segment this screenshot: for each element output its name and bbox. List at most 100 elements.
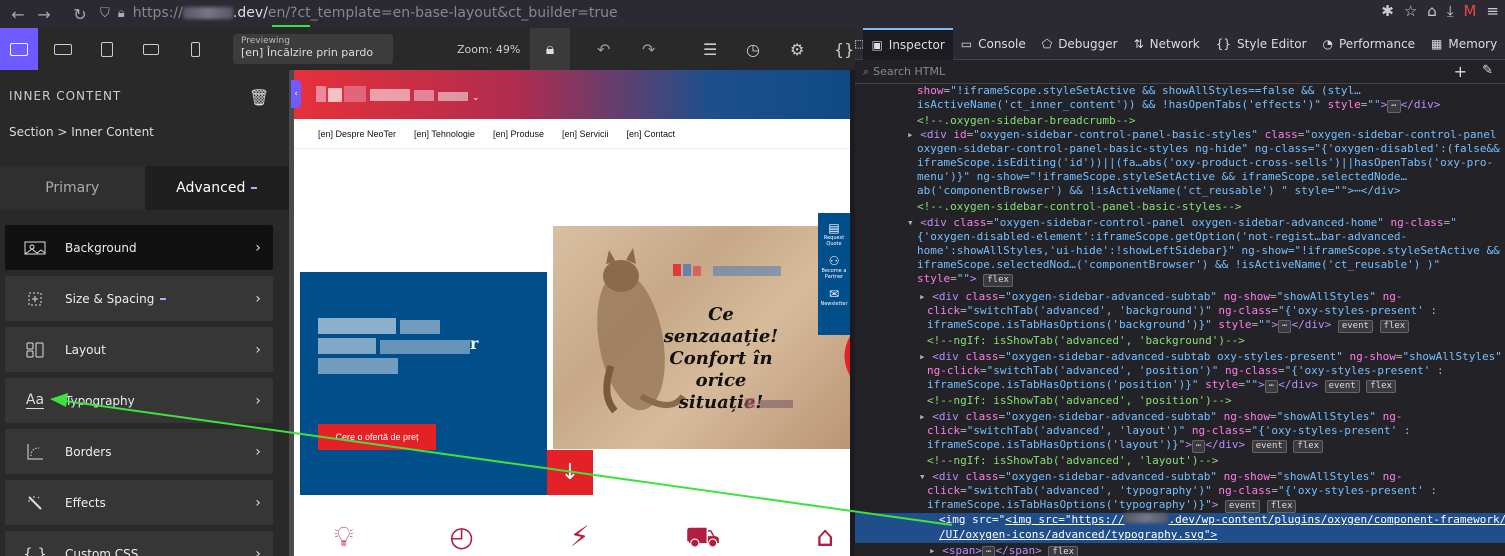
add-node-icon[interactable]: + xyxy=(1454,62,1467,81)
flex-badge[interactable]: flex xyxy=(1266,500,1297,513)
tab-debugger[interactable]: ⬠ Debugger xyxy=(1034,28,1126,60)
back-icon[interactable]: ← xyxy=(6,2,30,26)
markup-line[interactable]: iframeScope.selectedNod…('componentBrows… xyxy=(917,258,1440,272)
markup-line[interactable]: ▸ <div id="oxygen-sidebar-control-panel-… xyxy=(907,128,1496,142)
markup-line[interactable]: click="switchTab('advanced', 'layout')" … xyxy=(927,424,1410,438)
tablet-view-button[interactable] xyxy=(88,28,126,70)
tab-memory[interactable]: ▦ Memory xyxy=(1423,28,1505,60)
markup-line[interactable]: ab('componentBrowser') && !isActiveName(… xyxy=(917,184,1400,198)
markup-comment[interactable]: <!--ngIf: isShowTab('advanced', 'layout'… xyxy=(927,454,1218,468)
advanced-item-size-spacing[interactable]: Size & Spacing › xyxy=(5,276,273,321)
markup-line[interactable]: iframeScope.isTabHasOptions('position')}… xyxy=(927,378,1396,393)
menu-icon[interactable]: ≡ xyxy=(1486,2,1499,20)
html-search-input[interactable]: ⌕ Search HTML + ✎ xyxy=(855,60,1505,84)
markup-line[interactable]: home':showAllStyles,'ui-hide':!showLeftS… xyxy=(917,244,1500,258)
flex-badge[interactable]: flex xyxy=(1366,380,1396,393)
markup-line[interactable]: menu')}" ng-show="!iframeScope.styleSetA… xyxy=(917,170,1407,184)
markup-line[interactable]: click="switchTab('advanced', 'background… xyxy=(927,304,1437,318)
widget-become-partner[interactable]: ⚇ Become a Partner xyxy=(818,254,850,280)
desktop-view-button[interactable] xyxy=(0,28,38,70)
markup-line[interactable]: ▾ <div class="oxygen-sidebar-advanced-su… xyxy=(919,470,1403,484)
redo-icon[interactable]: ↷ xyxy=(642,40,655,59)
mobile-view-button[interactable] xyxy=(176,28,214,70)
tab-console[interactable]: ▭ Console xyxy=(953,28,1034,60)
element-picker-icon[interactable]: ⬚ xyxy=(855,28,863,60)
markup-line[interactable]: iframeScope.isEditing('id'))||(fa…abs('o… xyxy=(917,156,1493,170)
code-icon[interactable]: {} xyxy=(834,40,854,59)
bookmark-star-icon[interactable]: ☆ xyxy=(1404,2,1417,20)
previewing-select[interactable]: Previewing [en] Încălzire prin pardo xyxy=(233,34,393,64)
advanced-item-layout[interactable]: Layout › xyxy=(5,327,273,372)
event-badge[interactable]: event xyxy=(1337,320,1373,333)
img-src-path-cont[interactable]: /UI/oxygen-icons/advanced/typography.svg… xyxy=(939,528,1217,541)
advanced-item-effects[interactable]: Effects › xyxy=(5,480,273,525)
advanced-item-borders[interactable]: Borders › xyxy=(5,429,273,474)
download-icon[interactable]: ⤓ xyxy=(1447,2,1454,20)
url-field[interactable]: ⛉ 🔒︎ https:// .dev/ en/ ?ct_template=en-… xyxy=(100,2,840,24)
tab-performance[interactable]: ◔ Performance xyxy=(1315,28,1424,60)
tab-primary[interactable]: Primary xyxy=(0,166,145,210)
advanced-item-custom-css[interactable]: { } Custom CSS › xyxy=(5,531,273,556)
markup-line[interactable]: isActiveName('ct_inner_content')) && !ha… xyxy=(917,98,1440,113)
flex-badge[interactable]: flex xyxy=(1048,546,1079,556)
markup-comment[interactable]: <!--ngIf: isShowTab('advanced', 'positio… xyxy=(927,394,1232,408)
site-logo[interactable]: ⌄ xyxy=(316,84,478,104)
nav-link[interactable]: [en] Despre NeoTer xyxy=(318,129,396,139)
markup-line[interactable]: iframeScope.isTabHasOptions('background'… xyxy=(927,318,1410,333)
flex-badge[interactable]: flex xyxy=(1293,440,1324,453)
site-preview[interactable]: ⌄ [en] Despre NeoTer [en] Tehnologie [en… xyxy=(294,70,850,556)
forward-icon[interactable]: → xyxy=(32,2,56,26)
collapse-sidebar-handle[interactable]: ‹ xyxy=(291,80,301,108)
markup-line[interactable]: ▸ <div class="oxygen-sidebar-advanced-su… xyxy=(919,410,1403,424)
event-badge[interactable]: event xyxy=(1324,380,1360,393)
markup-line[interactable]: click="switchTab('advanced', 'typography… xyxy=(927,484,1437,498)
markup-line[interactable]: ▸ <div class="oxygen-sidebar-advanced-su… xyxy=(919,350,1502,364)
extension-icon[interactable]: ✱ xyxy=(1381,2,1394,20)
markup-line[interactable]: ng-click="switchTab('advanced', 'positio… xyxy=(927,364,1444,378)
markup-line[interactable]: {'oxygen-disabled-element':iframeScope.g… xyxy=(917,230,1407,244)
img-src-link[interactable]: <img src="https:// .dev/wp-content/plugin… xyxy=(1005,513,1505,526)
nav-link[interactable]: [en] Servicii xyxy=(562,129,609,139)
reload-icon[interactable]: ↻ xyxy=(68,2,92,26)
flex-badge[interactable]: flex xyxy=(983,274,1013,287)
request-quote-button[interactable]: Cere o ofertă de preț xyxy=(318,424,436,450)
advanced-item-typography[interactable]: Aa Typography › xyxy=(5,378,273,423)
widget-newsletter[interactable]: ✉ Newsletter xyxy=(820,287,847,307)
gmail-icon[interactable]: M xyxy=(1463,2,1476,20)
markup-line[interactable]: style=""> flex xyxy=(917,272,1013,287)
settings-icon[interactable]: ⚙ xyxy=(790,40,804,59)
home-icon[interactable]: ⌂ xyxy=(1427,2,1437,20)
breadcrumb[interactable]: Section > Inner Content xyxy=(9,125,154,139)
laptop-view-button[interactable] xyxy=(44,28,82,70)
history-icon[interactable]: ◷ xyxy=(746,40,760,59)
markup-line[interactable]: iframeScope.isTabHasOptions('typography'… xyxy=(927,498,1297,513)
markup-line[interactable]: ▾ <div class="oxygen-sidebar-control-pan… xyxy=(907,216,1457,230)
nav-link[interactable]: [en] Tehnologie xyxy=(414,129,475,139)
nav-link[interactable]: [en] Produse xyxy=(493,129,544,139)
markup-comment[interactable]: <!--.oxygen-sidebar-control-panel-basic-… xyxy=(917,200,1242,214)
scroll-down-button[interactable]: ↓ xyxy=(547,450,593,495)
markup-line[interactable]: ▸ <span> ⋯ </span> flex xyxy=(929,544,1079,556)
tab-advanced[interactable]: Advanced xyxy=(144,166,289,210)
trash-icon[interactable]: 🗑︎ xyxy=(249,88,269,107)
markup-line[interactable]: oxygen-sidebar-control-panel-basic-style… xyxy=(917,142,1500,156)
markup-line[interactable]: iframeScope.isTabHasOptions('layout')}">… xyxy=(927,438,1324,453)
flex-badge[interactable]: flex xyxy=(1379,320,1410,333)
tab-network[interactable]: ⇅ Network xyxy=(1126,28,1208,60)
tab-inspector[interactable]: ▣ Inspector xyxy=(863,27,953,60)
widget-request-quote[interactable]: ▤ Request Quote xyxy=(818,221,850,247)
structure-icon[interactable]: ☰ xyxy=(703,40,717,59)
event-badge[interactable]: event xyxy=(1225,500,1261,513)
nav-link[interactable]: [en] Contact xyxy=(627,129,676,139)
tablet-landscape-view-button[interactable] xyxy=(132,28,170,70)
tab-style-editor[interactable]: {} Style Editor xyxy=(1208,28,1315,60)
markup-line-selected[interactable]: <img src="<img src="https://.dev/wp-cont… xyxy=(855,513,1505,543)
markup-comment[interactable]: <!--ngIf: isShowTab('advanced', 'backgro… xyxy=(927,334,1245,348)
undo-icon[interactable]: ↶ xyxy=(597,40,610,59)
lock-button[interactable]: 🔒︎ xyxy=(530,28,570,70)
markup-line[interactable]: ▸ <div class="oxygen-sidebar-advanced-su… xyxy=(919,290,1403,304)
advanced-item-background[interactable]: Background › xyxy=(5,225,273,270)
hero-image[interactable]: Ce senzaaație! Confort în orice situație… xyxy=(553,226,850,449)
event-badge[interactable]: event xyxy=(1251,440,1287,453)
markup-line[interactable]: show="!iframeScope.styleSetActive && sho… xyxy=(917,84,1361,98)
